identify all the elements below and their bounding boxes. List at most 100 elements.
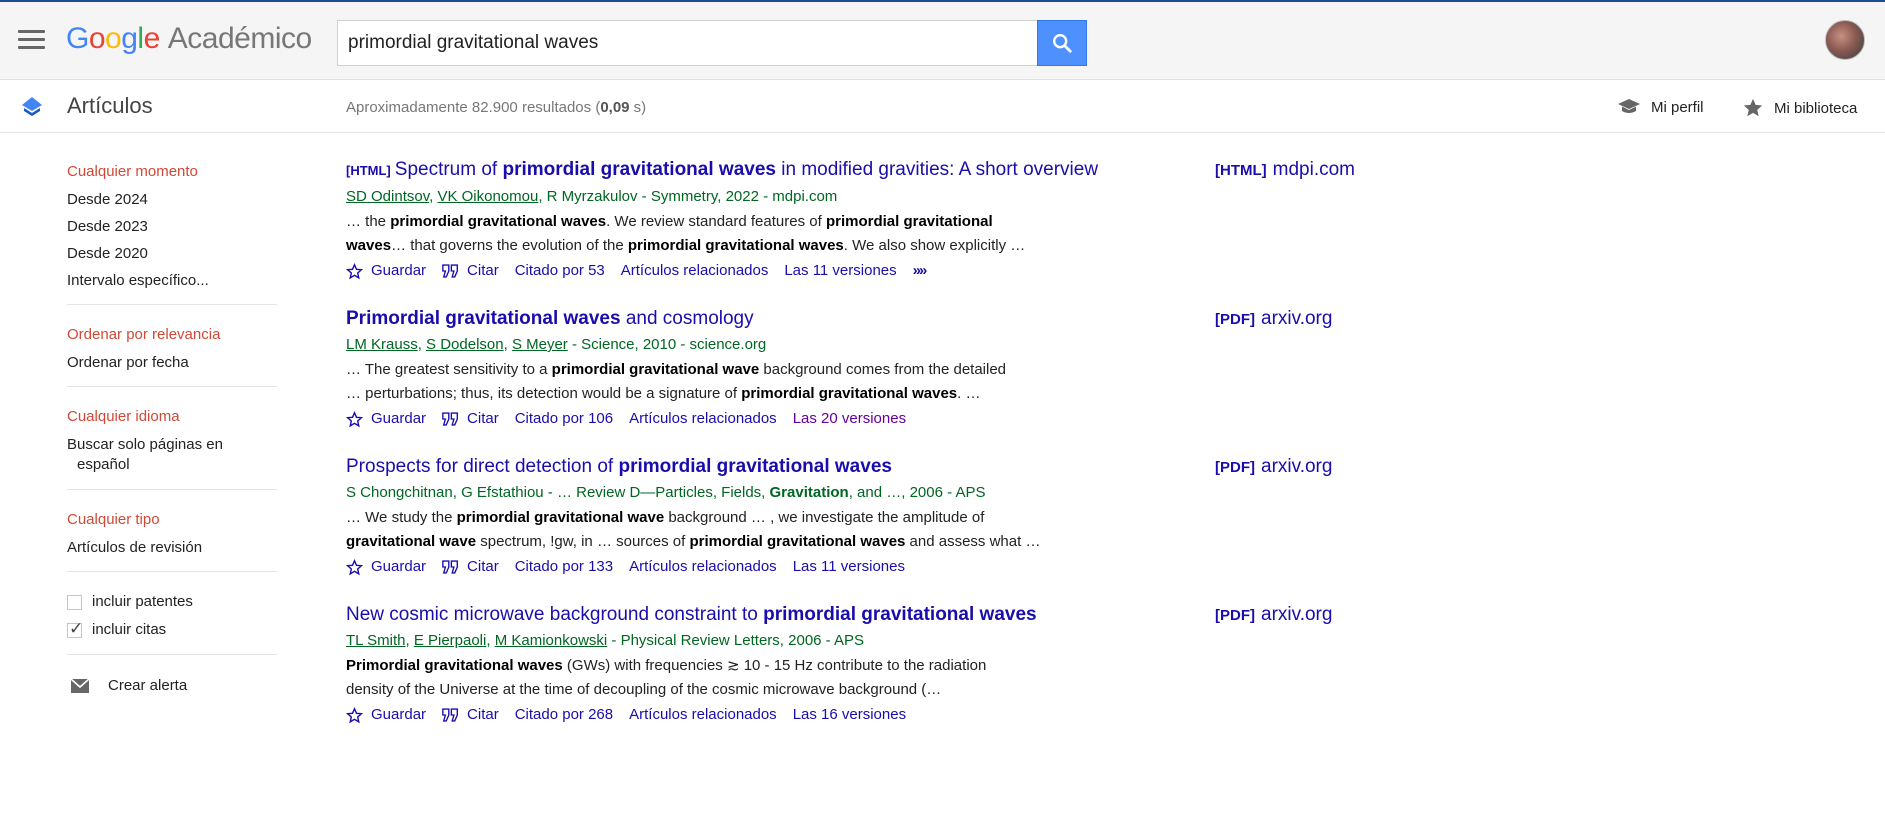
filter-spanish-line1: Buscar solo páginas en (67, 436, 223, 453)
search-result: [HTML] Spectrum of primordial gravitation… (346, 158, 1126, 283)
logo-product-name: Académico (167, 22, 312, 55)
snippet-segment: primordial gravitational waves (390, 213, 607, 230)
scholar-logo[interactable]: Google Académico (66, 22, 312, 56)
author-text: - Physical Review Letters, 2006 - APS (607, 632, 865, 649)
snippet-segment: … The greatest sensitivity to a (346, 361, 552, 378)
save-button[interactable]: Guardar (346, 703, 426, 727)
include-citations-label: incluir citas (92, 621, 167, 638)
checkbox-box-checked[interactable] (67, 615, 83, 643)
author-link[interactable]: SD Odintsov (346, 188, 429, 205)
cite-label: Citar (467, 410, 499, 427)
my-profile-link[interactable]: Mi perfil (1617, 97, 1704, 117)
title-segment: primordial gravitational waves (763, 604, 1037, 625)
filter-any-time[interactable]: Cualquier momento (67, 158, 277, 186)
related-articles-link[interactable]: Artículos relacionados (621, 259, 769, 283)
logo-letter: g (121, 22, 138, 55)
title-segment: Prospects for direct detection of (346, 456, 619, 477)
search-input[interactable] (337, 20, 1038, 66)
related-articles-link[interactable]: Artículos relacionados (629, 555, 777, 579)
cited-by-link[interactable]: Citado por 133 (515, 555, 613, 579)
author-link[interactable]: TL Smith (346, 632, 405, 649)
full-text-link[interactable]: [PDF] arxiv.org (1215, 307, 1332, 332)
filter-custom-range[interactable]: Intervalo específico... (67, 267, 277, 294)
result-title-link[interactable]: Primordial gravitational waves and cosmo… (346, 307, 1126, 331)
save-label: Guardar (371, 410, 427, 427)
snippet-segment: primordial gravitational waves (741, 385, 958, 402)
cite-label: Citar (467, 262, 499, 279)
cite-button[interactable]: Citar (442, 555, 499, 579)
author-link[interactable]: E Pierpaoli (414, 632, 487, 649)
cited-by-link[interactable]: Citado por 268 (515, 703, 613, 727)
cite-button[interactable]: Citar (442, 259, 499, 283)
full-text-site: arxiv.org (1261, 604, 1333, 625)
save-button[interactable]: Guardar (346, 555, 426, 579)
sort-by-date[interactable]: Ordenar por fecha (67, 349, 277, 376)
sort-by-relevance[interactable]: Ordenar por relevancia (67, 321, 277, 349)
search-button[interactable] (1037, 20, 1087, 66)
versions-link[interactable]: Las 16 versiones (793, 703, 906, 727)
filter-since-2020[interactable]: Desde 2020 (67, 240, 277, 267)
filter-spanish-only[interactable]: Buscar solo páginas en español (67, 431, 277, 479)
author-link[interactable]: S Meyer (512, 336, 568, 353)
create-alert-button[interactable]: Crear alerta (67, 671, 277, 701)
my-profile-label: Mi perfil (1651, 98, 1704, 116)
related-articles-link[interactable]: Artículos relacionados (629, 703, 777, 727)
full-text-site: arxiv.org (1261, 308, 1333, 329)
full-text-site: mdpi.com (1272, 159, 1356, 180)
save-button[interactable]: Guardar (346, 259, 426, 283)
logo-letter: G (66, 22, 89, 55)
cite-button[interactable]: Citar (442, 703, 499, 727)
hamburger-menu-icon[interactable] (18, 30, 45, 50)
filter-since-2024[interactable]: Desde 2024 (67, 186, 277, 213)
versions-link[interactable]: Las 11 versiones (793, 555, 905, 579)
filter-since-2023[interactable]: Desde 2023 (67, 213, 277, 240)
more-actions-icon[interactable]: »» (913, 259, 928, 283)
checkbox-box[interactable] (67, 594, 82, 610)
cite-button[interactable]: Citar (442, 407, 499, 431)
snippet-line: density of the Universe at the time of d… (346, 678, 1126, 702)
title-segment: Spectrum of (394, 159, 503, 180)
snippet-line: … the primordial gravitational waves. We… (346, 210, 1126, 234)
save-button[interactable]: Guardar (346, 407, 426, 431)
filter-any-type[interactable]: Cualquier tipo (67, 506, 277, 534)
versions-link[interactable]: Las 11 versiones (784, 259, 896, 283)
author-text: S Chongchitnan, G Efstathiou - … Review … (346, 484, 770, 501)
author-link[interactable]: LM Krauss (346, 336, 418, 353)
create-alert-label: Crear alerta (108, 677, 188, 694)
filter-review-articles[interactable]: Artículos de revisión (67, 534, 277, 561)
quote-icon (442, 708, 459, 722)
title-segment: and cosmology (620, 308, 754, 329)
include-citations-checkbox[interactable]: incluir citas (67, 615, 277, 644)
quote-icon (442, 412, 459, 426)
filter-any-language[interactable]: Cualquier idioma (67, 403, 277, 431)
snippet-segment: background comes from the detailed (759, 361, 1007, 378)
account-avatar[interactable] (1825, 20, 1865, 60)
snippet-line: … We study the primordial gravitational … (346, 506, 1126, 530)
full-text-link[interactable]: [PDF] arxiv.org (1215, 603, 1332, 628)
versions-link[interactable]: Las 20 versiones (793, 407, 906, 431)
star-icon (1743, 98, 1763, 117)
author-link[interactable]: M Kamionkowski (495, 632, 608, 649)
author-link[interactable]: VK Oikonomou (437, 188, 538, 205)
star-outline-icon (346, 558, 363, 575)
cited-by-link[interactable]: Citado por 106 (515, 407, 613, 431)
logo-letter: o (105, 22, 122, 55)
full-text-link[interactable]: [PDF] arxiv.org (1215, 455, 1332, 480)
snippet-segment: primordial gravitational waves (689, 533, 906, 550)
result-title-link[interactable]: Prospects for direct detection of primor… (346, 455, 1126, 479)
related-articles-link[interactable]: Artículos relacionados (629, 407, 777, 431)
my-library-label: Mi biblioteca (1774, 99, 1858, 117)
result-actions: Guardar Citar Citado por 106 Artículos rela… (346, 407, 1126, 431)
result-title-link[interactable]: New cosmic microwave background constrai… (346, 603, 1126, 627)
author-link[interactable]: S Dodelson (426, 336, 504, 353)
result-title-link[interactable]: [HTML] Spectrum of primordial gravitation… (346, 158, 1126, 183)
include-patents-checkbox[interactable]: incluir patentes (67, 588, 277, 616)
star-outline-icon (346, 262, 363, 279)
full-text-link[interactable]: [HTML] mdpi.com (1215, 158, 1355, 183)
cited-by-link[interactable]: Citado por 53 (515, 259, 605, 283)
snippet-segment: … perturbations; thus, its detection wou… (346, 385, 742, 402)
my-library-link[interactable]: Mi biblioteca (1742, 97, 1857, 119)
save-label: Guardar (371, 706, 427, 723)
star-outline-icon (346, 706, 363, 723)
result-format-tag: [HTML] (346, 163, 391, 178)
